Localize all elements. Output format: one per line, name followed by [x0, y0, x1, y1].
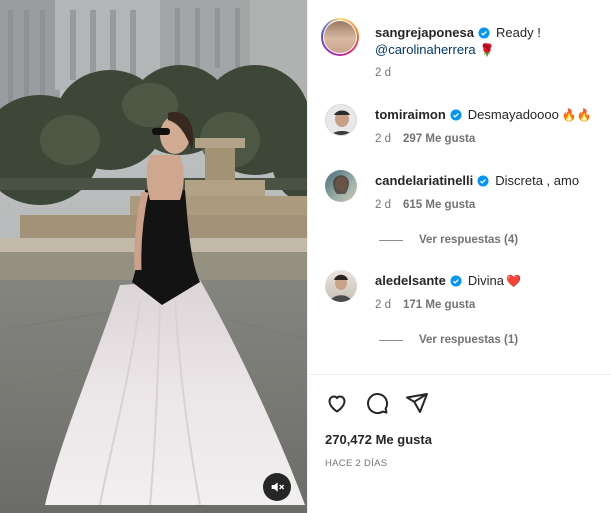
comment-avatar-aledelsante[interactable]: [325, 270, 357, 302]
comment-likes[interactable]: 615 Me gusta: [403, 199, 475, 211]
post-media[interactable]: [0, 0, 307, 513]
likes-count[interactable]: 270,472 Me gusta: [325, 432, 432, 447]
comment-line-2: candelariatinelli Discreta , amo: [375, 173, 579, 188]
verified-badge-icon: [450, 109, 462, 120]
comment-likes[interactable]: 171 Me gusta: [403, 299, 475, 311]
comment-username[interactable]: tomiraimon: [375, 107, 446, 122]
caption-text: Ready !: [496, 25, 541, 40]
comment-username[interactable]: candelariatinelli: [375, 173, 473, 188]
sound-off-icon: [271, 482, 285, 492]
comment-time[interactable]: 2 d: [375, 199, 391, 211]
author-avatar[interactable]: [324, 21, 356, 53]
caption-mention[interactable]: @carolinaherrera: [375, 42, 476, 57]
comment-avatar-tomiraimon[interactable]: [325, 104, 357, 136]
comment-line-1: tomiraimon Desmayadoooo 🔥🔥: [375, 107, 592, 122]
rose-emoji: 🌹: [479, 42, 495, 57]
view-replies-button[interactable]: Ver respuestas (1): [379, 334, 518, 346]
comment-username[interactable]: aledelsante: [375, 273, 446, 288]
post-date[interactable]: HACE 2 DÍAS: [325, 458, 387, 469]
comment-icon[interactable]: [365, 391, 389, 415]
comment-line-3: aledelsante Divina ❤️: [375, 273, 521, 288]
comment-meta: 2 d 615 Me gusta: [375, 199, 475, 211]
comment-meta: 2 d 297 Me gusta: [375, 133, 475, 145]
replies-divider: [379, 339, 403, 341]
comment-time[interactable]: 2 d: [375, 299, 391, 311]
caption-line: sangrejaponesa Ready !: [375, 25, 541, 40]
post-photo: [0, 0, 307, 513]
author-avatar-ring[interactable]: [321, 18, 359, 56]
comment-text: Desmayadoooo: [467, 107, 559, 122]
comment-text: Discreta , amo: [495, 173, 580, 188]
mute-button[interactable]: [263, 473, 291, 501]
view-replies-button[interactable]: Ver respuestas (4): [379, 234, 518, 246]
comment-time[interactable]: 2 d: [375, 133, 391, 145]
fire-emoji: 🔥🔥: [561, 107, 592, 122]
heart-emoji: ❤️: [505, 273, 521, 288]
heart-icon[interactable]: [325, 391, 349, 415]
view-replies-label[interactable]: Ver respuestas (4): [419, 234, 518, 246]
verified-badge-icon: [450, 275, 462, 286]
verified-badge-icon: [477, 175, 489, 186]
actions-divider: [308, 374, 611, 375]
comment-meta: 2 d 171 Me gusta: [375, 299, 475, 311]
caption-line-2: @carolinaherrera 🌹: [375, 42, 495, 57]
caption-time[interactable]: 2 d: [375, 67, 391, 79]
verified-badge-icon: [478, 27, 490, 38]
view-replies-label[interactable]: Ver respuestas (1): [419, 334, 518, 346]
comment-avatar-candelariatinelli[interactable]: [325, 170, 357, 202]
author-username[interactable]: sangrejaponesa: [375, 25, 474, 40]
replies-divider: [379, 239, 403, 241]
comment-text: Divina: [467, 273, 504, 288]
post-sidebar: sangrejaponesa Ready ! @carolinaherrera …: [307, 0, 611, 513]
send-icon[interactable]: [405, 391, 429, 415]
comment-likes[interactable]: 297 Me gusta: [403, 133, 475, 145]
